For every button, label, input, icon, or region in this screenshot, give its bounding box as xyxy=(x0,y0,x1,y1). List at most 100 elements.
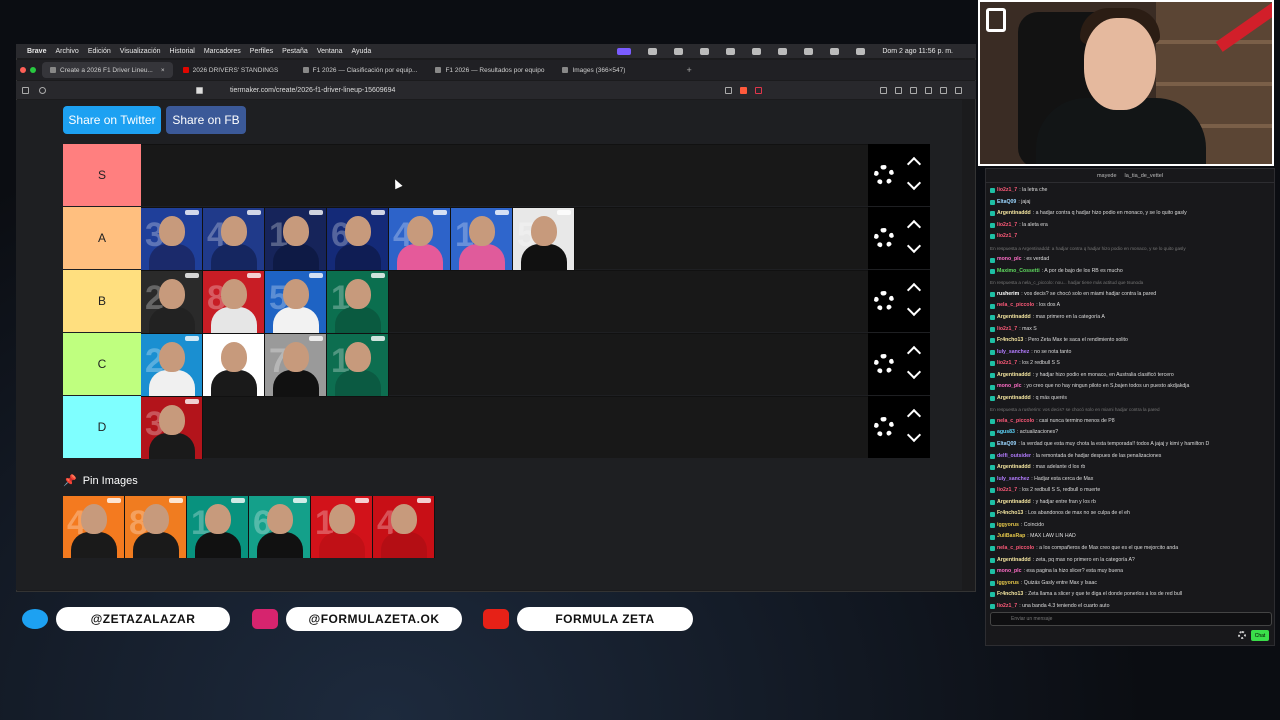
menu-item[interactable]: Visualización xyxy=(120,48,161,55)
driver-card[interactable]: 27 xyxy=(141,271,203,333)
browser-tab[interactable]: Images (366×547) xyxy=(554,62,672,78)
reload-icon[interactable] xyxy=(39,86,46,94)
driver-card[interactable]: 6 xyxy=(327,208,389,270)
status-icon[interactable] xyxy=(726,47,736,55)
menu-item[interactable]: Archivo xyxy=(55,48,78,55)
driver-card[interactable]: 63 xyxy=(249,496,311,558)
driver-card[interactable]: 31 xyxy=(141,397,203,459)
vpn-icon[interactable] xyxy=(925,86,932,94)
driver-card[interactable]: 16 xyxy=(311,496,373,558)
chat-username[interactable]: lio2z1_7 xyxy=(997,601,1017,613)
chat-username[interactable]: luly_sanchez xyxy=(997,347,1029,359)
chevron-up-icon[interactable] xyxy=(906,408,922,424)
chat-username[interactable]: Argentinaddd xyxy=(997,555,1031,567)
share-icon[interactable] xyxy=(725,86,732,94)
tier-label[interactable]: S xyxy=(63,144,141,206)
back-icon[interactable] xyxy=(22,86,29,94)
chat-username[interactable]: nela_c_piccolo xyxy=(997,416,1034,428)
maximize-window-button[interactable] xyxy=(30,67,36,73)
chat-username[interactable]: Argentinaddd xyxy=(997,370,1031,382)
chat-username[interactable]: Fr4ncho13 xyxy=(997,508,1023,520)
driver-card[interactable]: 14 xyxy=(327,271,389,333)
chat-username[interactable]: Argentinaddd xyxy=(997,208,1031,220)
chat-username[interactable]: delfi_outsider xyxy=(997,451,1031,463)
chat-username[interactable]: Fr4ncho13 xyxy=(997,335,1023,347)
share-facebook-button[interactable]: Share on FB xyxy=(166,106,246,134)
gear-icon[interactable] xyxy=(874,228,894,248)
driver-card[interactable]: 10 xyxy=(451,208,513,270)
status-icon[interactable] xyxy=(617,47,632,55)
chat-input[interactable]: Enviar un mensaje xyxy=(990,612,1272,626)
chat-username[interactable]: Maximo_Cossetti xyxy=(997,266,1040,278)
chat-username[interactable]: mono_plc xyxy=(997,381,1022,393)
chat-username[interactable]: nela_c_piccolo xyxy=(997,543,1034,555)
chat-username[interactable]: Fr4ncho13 xyxy=(997,589,1023,601)
driver-card[interactable]: 30 xyxy=(141,208,203,270)
chat-username[interactable]: lio2z1_7 xyxy=(997,485,1017,497)
tier-label[interactable]: A xyxy=(63,207,141,269)
chevron-down-icon[interactable] xyxy=(906,238,922,254)
driver-card[interactable]: 12 xyxy=(187,496,249,558)
chat-username[interactable]: luly_sanchez xyxy=(997,474,1029,486)
chat-username[interactable]: lio2z1_7 xyxy=(997,185,1017,197)
chevron-down-icon[interactable] xyxy=(906,175,922,191)
chat-username[interactable]: lio2z1_7 xyxy=(997,324,1017,336)
wallet-icon[interactable] xyxy=(910,86,917,94)
new-tab-button[interactable]: + xyxy=(686,65,691,75)
browser-tab[interactable]: 2026 DRIVERS' STANDINGS xyxy=(175,62,293,78)
chat-username[interactable]: lio2z1_7 xyxy=(997,231,1017,243)
driver-card[interactable]: 5 xyxy=(513,208,575,270)
tier-drop-zone[interactable]: 30411643105 xyxy=(141,207,868,270)
chat-username[interactable]: EltaQ09 xyxy=(997,197,1016,209)
chat-username[interactable]: Argentinaddd xyxy=(997,393,1031,405)
status-icon[interactable] xyxy=(700,47,710,55)
driver-card[interactable]: 44 xyxy=(373,496,435,558)
status-icon[interactable] xyxy=(856,47,866,55)
driver-card[interactable]: 55 xyxy=(265,271,327,333)
bookmark-icon[interactable] xyxy=(196,86,203,94)
chat-username[interactable]: iggyorus xyxy=(997,578,1019,590)
gear-icon[interactable] xyxy=(874,354,894,374)
tier-label[interactable]: B xyxy=(63,270,141,332)
chat-username[interactable]: Argentinaddd xyxy=(997,312,1031,324)
sidebar-icon[interactable] xyxy=(880,86,887,94)
chevron-up-icon[interactable] xyxy=(906,345,922,361)
chat-send-button[interactable]: Chat xyxy=(1251,630,1269,641)
chat-username[interactable]: Argentinaddd xyxy=(997,462,1031,474)
tier-drop-zone[interactable]: 27875514 xyxy=(141,270,868,333)
chat-username[interactable]: rusherim xyxy=(997,289,1019,301)
driver-card[interactable]: 23 xyxy=(141,334,203,396)
chat-username[interactable]: lio2z1_7 xyxy=(997,358,1017,370)
chat-username[interactable]: nela_c_piccolo xyxy=(997,300,1034,312)
menu-item[interactable]: Pestaña xyxy=(282,48,308,55)
chevron-up-icon[interactable] xyxy=(906,219,922,235)
chat-settings-icon[interactable] xyxy=(1238,631,1246,639)
driver-card[interactable]: 41 xyxy=(203,208,265,270)
share-twitter-button[interactable]: Share on Twitter xyxy=(63,106,161,134)
extensions-icon[interactable] xyxy=(895,86,902,94)
browser-tab[interactable]: F1 2026 — Clasificación por equip... xyxy=(295,62,426,78)
chat-username[interactable]: JuliBasRap xyxy=(997,531,1025,543)
chevron-down-icon[interactable] xyxy=(906,301,922,317)
leo-icon[interactable] xyxy=(940,86,947,94)
chevron-down-icon[interactable] xyxy=(906,427,922,443)
close-window-button[interactable] xyxy=(20,67,26,73)
chat-username[interactable]: EltaQ09 xyxy=(997,439,1016,451)
menu-item[interactable]: Ayuda xyxy=(352,48,372,55)
chat-username[interactable]: mono_plc xyxy=(997,254,1022,266)
driver-card[interactable]: 4 xyxy=(63,496,125,558)
menu-item[interactable]: Historial xyxy=(170,48,195,55)
status-icon[interactable] xyxy=(830,47,840,55)
status-icon[interactable] xyxy=(674,47,684,55)
browser-tab[interactable]: Create a 2026 F1 Driver Lineu... × xyxy=(42,62,173,78)
tier-label[interactable]: C xyxy=(63,333,141,395)
menu-item[interactable]: Edición xyxy=(88,48,111,55)
brave-shield-icon[interactable] xyxy=(740,86,747,94)
chat-username[interactable]: mono_plc xyxy=(997,566,1022,578)
driver-card[interactable]: 1 xyxy=(265,208,327,270)
status-icon[interactable] xyxy=(648,47,658,55)
tier-drop-zone[interactable] xyxy=(141,144,868,206)
driver-card[interactable]: 18 xyxy=(327,334,389,396)
chevron-down-icon[interactable] xyxy=(906,364,922,380)
driver-card[interactable]: 77 xyxy=(265,334,327,396)
